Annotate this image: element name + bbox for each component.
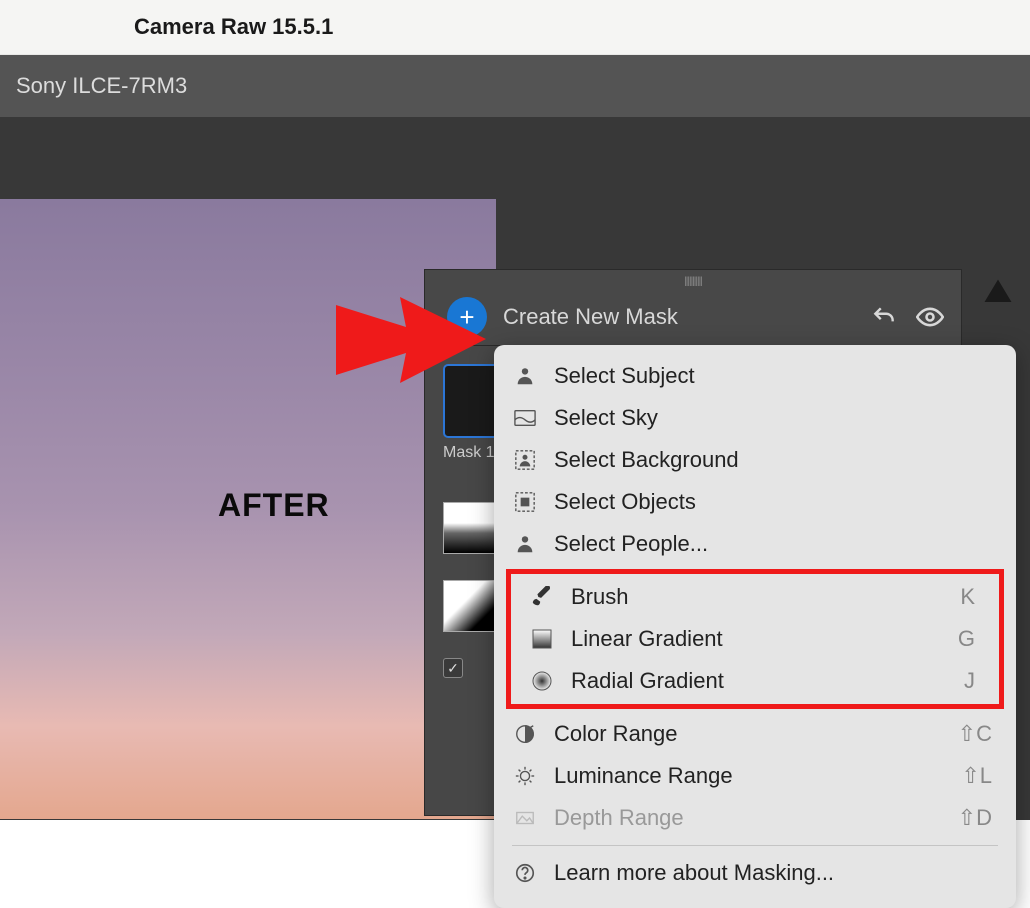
- person-icon: [512, 363, 538, 389]
- menu-radial-gradient[interactable]: Radial Gradient J: [511, 660, 999, 702]
- shortcut-key: ⇧D: [958, 805, 992, 831]
- luminance-icon: [512, 763, 538, 789]
- show-overlay-checkbox[interactable]: ✓: [443, 658, 463, 678]
- menu-label: Learn more about Masking...: [554, 860, 992, 886]
- menu-label: Select Objects: [554, 489, 992, 515]
- menu-select-subject[interactable]: Select Subject: [494, 355, 1016, 397]
- menu-learn-more[interactable]: Learn more about Masking...: [494, 852, 1016, 894]
- linear-gradient-icon: [529, 626, 555, 652]
- menu-linear-gradient[interactable]: Linear Gradient G: [511, 618, 999, 660]
- menu-label: Linear Gradient: [571, 626, 942, 652]
- menu-label: Select Subject: [554, 363, 992, 389]
- people-icon: [512, 531, 538, 557]
- background-icon: [512, 447, 538, 473]
- shortcut-key: G: [958, 626, 975, 652]
- menu-luminance-range[interactable]: Luminance Range ⇧L: [494, 755, 1016, 797]
- menu-label: Color Range: [554, 721, 942, 747]
- panel-drag-handle[interactable]: |||||||||||: [425, 276, 961, 287]
- color-range-icon: [512, 721, 538, 747]
- menu-select-objects[interactable]: Select Objects: [494, 481, 1016, 523]
- help-icon: [512, 860, 538, 886]
- menu-label: Luminance Range: [554, 763, 945, 789]
- menu-brush[interactable]: Brush K: [511, 576, 999, 618]
- menu-label: Select Background: [554, 447, 992, 473]
- create-new-mask-label: Create New Mask: [503, 304, 853, 330]
- menu-select-background[interactable]: Select Background: [494, 439, 1016, 481]
- menu-label: Select People...: [554, 531, 992, 557]
- menu-depth-range: Depth Range ⇧D: [494, 797, 1016, 839]
- app-title-bar: Camera Raw 15.5.1: [0, 0, 1030, 55]
- app-title: Camera Raw 15.5.1: [134, 14, 1030, 40]
- menu-label: Depth Range: [554, 805, 942, 831]
- camera-model: Sony ILCE-7RM3: [16, 73, 1030, 99]
- menu-label: Select Sky: [554, 405, 992, 431]
- shortcut-key: J: [964, 668, 975, 694]
- menu-divider: [512, 845, 998, 846]
- tutorial-arrow-icon: [336, 297, 486, 407]
- shortcut-key: ⇧C: [958, 721, 992, 747]
- visibility-icon[interactable]: [915, 302, 945, 332]
- menu-select-sky[interactable]: Select Sky: [494, 397, 1016, 439]
- highlighted-tools-group: Brush K Linear Gradient G Radial Gradien…: [506, 569, 1004, 709]
- after-annotation: AFTER: [218, 487, 330, 524]
- menu-color-range[interactable]: Color Range ⇧C: [494, 713, 1016, 755]
- create-new-mask-row: + Create New Mask: [425, 291, 961, 345]
- depth-icon: [512, 805, 538, 831]
- shortcut-key: K: [960, 584, 975, 610]
- objects-icon: [512, 489, 538, 515]
- menu-select-people[interactable]: Select People...: [494, 523, 1016, 565]
- brush-icon: [529, 584, 555, 610]
- create-mask-menu: Select Subject Select Sky Select Backgro…: [494, 345, 1016, 908]
- menu-label: Brush: [571, 584, 944, 610]
- radial-gradient-icon: [529, 668, 555, 694]
- camera-info-bar: Sony ILCE-7RM3: [0, 55, 1030, 117]
- shortcut-key: ⇧L: [961, 763, 992, 789]
- menu-label: Radial Gradient: [571, 668, 948, 694]
- main-editor-area: AFTER ||||||||||| + Create New Mask Mask…: [0, 117, 1030, 820]
- undo-icon[interactable]: [869, 302, 899, 332]
- sky-icon: [512, 405, 538, 431]
- masking-tool-icon[interactable]: [980, 275, 1016, 311]
